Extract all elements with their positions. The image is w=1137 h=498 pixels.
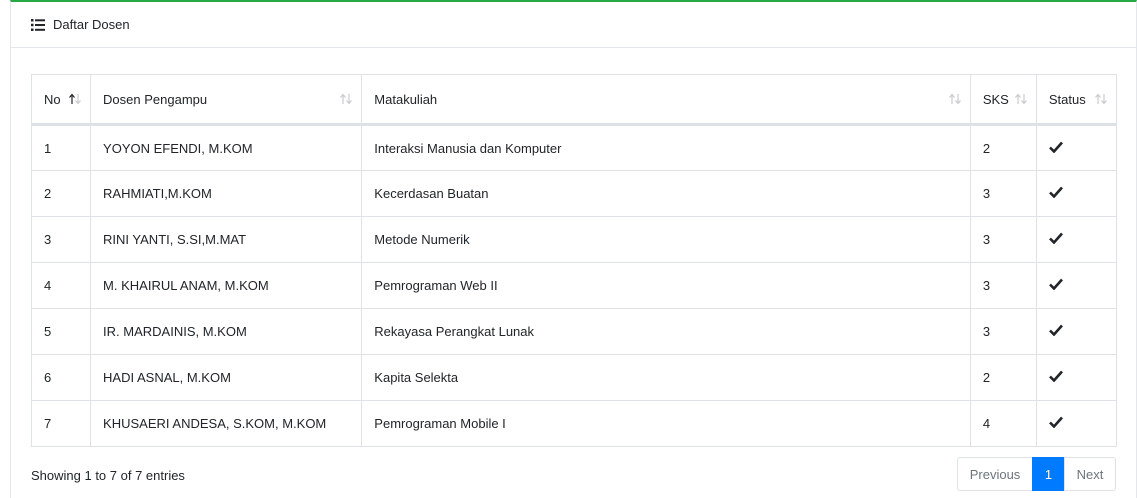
header-label: SKS: [982, 91, 1009, 107]
cell-status: [1035, 308, 1118, 355]
cell-matakuliah: Kapita Selekta: [361, 354, 971, 401]
cell-matakuliah: Pemrograman Web II: [361, 262, 971, 309]
cell-dosen: KHUSAERI ANDESA, S.KOM, M.KOM: [90, 400, 363, 447]
check-icon: [1048, 141, 1063, 153]
sort-icon: [948, 93, 961, 105]
previous-page-button[interactable]: Previous: [957, 457, 1033, 491]
cell-sks: 3: [969, 262, 1037, 309]
cell-sks: 4: [969, 400, 1037, 447]
cell-no: 5: [30, 308, 92, 355]
cell-status: [1035, 216, 1118, 263]
cell-no: 2: [30, 170, 92, 217]
page-title: Daftar Dosen: [53, 17, 130, 32]
cell-matakuliah: Rekayasa Perangkat Lunak: [361, 308, 971, 355]
list-icon: [31, 18, 45, 31]
table-row: 4 M. KHAIRUL ANAM, M.KOM Pemrograman Web…: [30, 262, 1118, 309]
check-icon: [1048, 278, 1063, 290]
column-header-sks[interactable]: SKS: [969, 74, 1037, 126]
check-icon: [1048, 232, 1063, 244]
cell-status: [1035, 400, 1118, 447]
cell-no: 3: [30, 216, 92, 263]
table-row: 1 YOYON EFENDI, M.KOM Interaksi Manusia …: [30, 124, 1118, 171]
column-header-dosen[interactable]: Dosen Pengampu: [90, 74, 363, 126]
cell-no: 7: [30, 400, 92, 447]
cell-matakuliah: Interaksi Manusia dan Komputer: [361, 124, 971, 171]
header-label: No: [44, 91, 61, 107]
cell-no: 6: [30, 354, 92, 401]
cell-dosen: RAHMIATI,M.KOM: [90, 170, 363, 217]
cell-sks: 3: [969, 216, 1037, 263]
cell-matakuliah: Kecerdasan Buatan: [361, 170, 971, 217]
cell-no: 1: [30, 124, 92, 171]
check-icon: [1048, 186, 1063, 198]
cell-status: [1035, 354, 1118, 401]
dosen-table: No Dosen Pengampu Matakuliah SKS Status …: [30, 74, 1118, 447]
table-info: Showing 1 to 7 of 7 entries: [31, 468, 185, 483]
card-header: Daftar Dosen: [11, 2, 1136, 48]
sort-asc-icon: [69, 93, 82, 105]
header-label: Matakuliah: [374, 91, 438, 107]
pagination: Previous 1 Next: [957, 457, 1116, 491]
header-label: Dosen Pengampu: [103, 91, 208, 107]
dosen-card: Daftar Dosen No Dosen Pengampu Matakulia…: [10, 0, 1137, 498]
table-row: 2 RAHMIATI,M.KOM Kecerdasan Buatan 3: [30, 170, 1118, 217]
cell-sks: 2: [969, 354, 1037, 401]
cell-status: [1035, 262, 1118, 309]
cell-sks: 2: [969, 124, 1037, 171]
table-row: 3 RINI YANTI, S.SI,M.MAT Metode Numerik …: [30, 216, 1118, 263]
cell-dosen: IR. MARDAINIS, M.KOM: [90, 308, 363, 355]
cell-dosen: RINI YANTI, S.SI,M.MAT: [90, 216, 363, 263]
cell-status: [1035, 170, 1118, 217]
sort-icon: [1095, 93, 1107, 105]
check-icon: [1048, 370, 1063, 382]
cell-matakuliah: Metode Numerik: [361, 216, 971, 263]
sort-icon: [1014, 93, 1027, 105]
table-row: 7 KHUSAERI ANDESA, S.KOM, M.KOM Pemrogra…: [30, 400, 1118, 447]
header-label: Status: [1048, 91, 1086, 107]
column-header-no[interactable]: No: [30, 74, 92, 126]
next-page-button[interactable]: Next: [1064, 457, 1116, 491]
cell-matakuliah: Pemrograman Mobile I: [361, 400, 971, 447]
cell-status: [1035, 124, 1118, 171]
table-header-row: No Dosen Pengampu Matakuliah SKS Status: [30, 74, 1118, 126]
sort-icon: [340, 93, 353, 105]
check-icon: [1048, 324, 1063, 336]
table-row: 5 IR. MARDAINIS, M.KOM Rekayasa Perangka…: [30, 308, 1118, 355]
page-1-button[interactable]: 1: [1032, 457, 1065, 491]
cell-no: 4: [30, 262, 92, 309]
cell-dosen: HADI ASNAL, M.KOM: [90, 354, 363, 401]
column-header-matakuliah[interactable]: Matakuliah: [361, 74, 971, 126]
column-header-status[interactable]: Status: [1035, 74, 1118, 126]
cell-dosen: M. KHAIRUL ANAM, M.KOM: [90, 262, 363, 309]
cell-dosen: YOYON EFENDI, M.KOM: [90, 124, 363, 171]
cell-sks: 3: [969, 170, 1037, 217]
check-icon: [1048, 416, 1063, 428]
cell-sks: 3: [969, 308, 1037, 355]
table-row: 6 HADI ASNAL, M.KOM Kapita Selekta 2: [30, 354, 1118, 401]
